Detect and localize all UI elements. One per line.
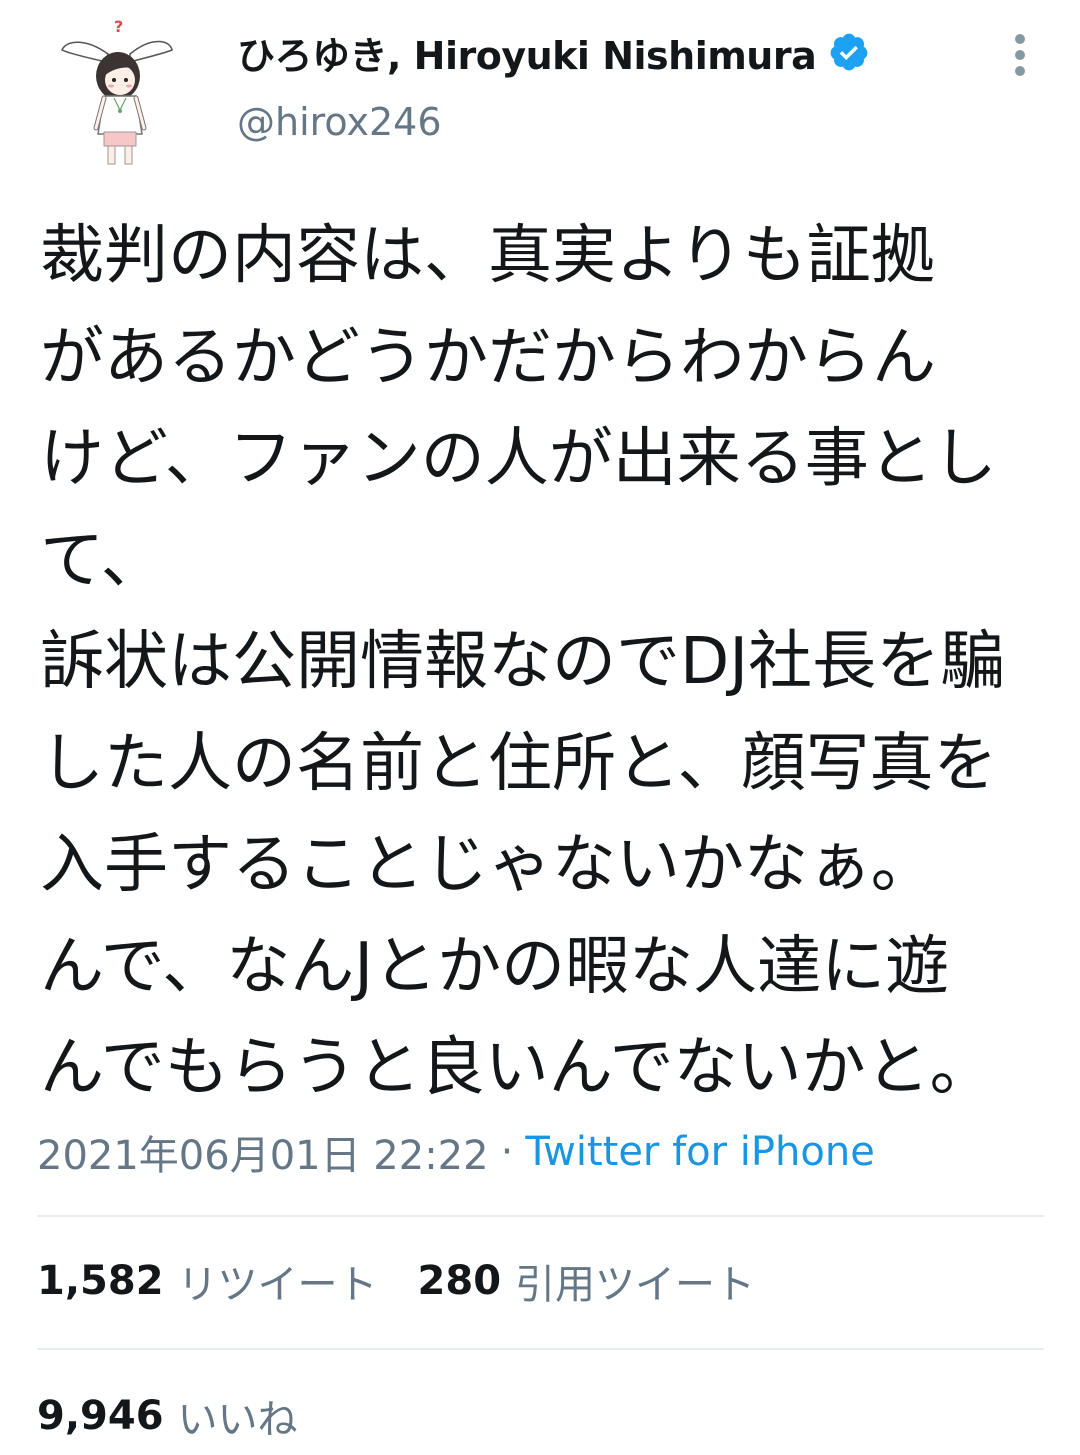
rabbit-ear-girl-avatar-icon: ? [61, 17, 173, 165]
retweets-stat[interactable]: 1,582 リツイート [37, 1252, 378, 1310]
tweet-text-line: けど、ファンの人が出来る事とし [40, 422, 997, 496]
retweet-label: リツイート [177, 1262, 378, 1308]
avatar[interactable]: ? [56, 10, 176, 170]
tweet-text-line: 訴状は公開情報なのでDJ社長を騙 [40, 625, 1005, 699]
tweet-text-line: んでもらうと良いんでないかと。 [40, 1031, 994, 1105]
like-count: 9,946 [37, 1393, 164, 1439]
tweet-text-line: て、 [40, 523, 165, 598]
tweet-text-line: 裁判の内容は、真実よりも証拠 [40, 219, 935, 293]
likes-stats-row: 9,946 いいね [37, 1381, 298, 1451]
author-handle[interactable]: @hirox246 [237, 100, 442, 144]
engagement-stats-row: 1,582 リツイート 280 引用ツイート [37, 1246, 755, 1316]
tweet-text: 裁判の内容は、真実よりも証拠 があるかどうかだからわからん けど、ファンの人が出… [40, 206, 1050, 1120]
quote-count: 280 [417, 1258, 502, 1304]
quote-tweets-stat[interactable]: 280 引用ツイート [418, 1252, 756, 1310]
tweet-detail: ? ひろゆき, Hiroyuki Nishimura @hirox246 裁判の… [0, 0, 1080, 1455]
more-options-button[interactable] [1000, 28, 1040, 78]
tweet-header: ? ひろゆき, Hiroyuki Nishimura @hirox246 [0, 0, 1080, 190]
likes-stat[interactable]: 9,946 いいね [37, 1387, 298, 1445]
tweet-meta: 2021年06月01日 22:22 · Twitter for iPhone [37, 1122, 875, 1182]
tweet-text-line: した人の名前と住所と、顔写真を [40, 726, 998, 801]
verified-badge-icon [828, 31, 870, 73]
meta-separator: · [500, 1129, 514, 1175]
like-label: いいね [177, 1397, 298, 1443]
display-name[interactable]: ひろゆき, Hiroyuki Nishimura [237, 25, 817, 80]
tweet-timestamp[interactable]: 2021年06月01日 22:22 [37, 1123, 489, 1181]
svg-text:?: ? [114, 17, 123, 36]
quote-label: 引用ツイート [515, 1262, 756, 1308]
retweet-count: 1,582 [37, 1258, 164, 1304]
tweet-text-line: 入手することじゃないかなぁ。 [40, 828, 935, 902]
divider [37, 1348, 1044, 1350]
tweet-text-line: んで、なんJとかの暇な人達に遊 [40, 929, 950, 1004]
tweet-text-line: があるかどうかだからわからん [40, 320, 936, 395]
tweet-source-link[interactable]: Twitter for iPhone [525, 1129, 875, 1175]
display-name-row[interactable]: ひろゆき, Hiroyuki Nishimura [237, 24, 870, 80]
divider [37, 1215, 1044, 1217]
